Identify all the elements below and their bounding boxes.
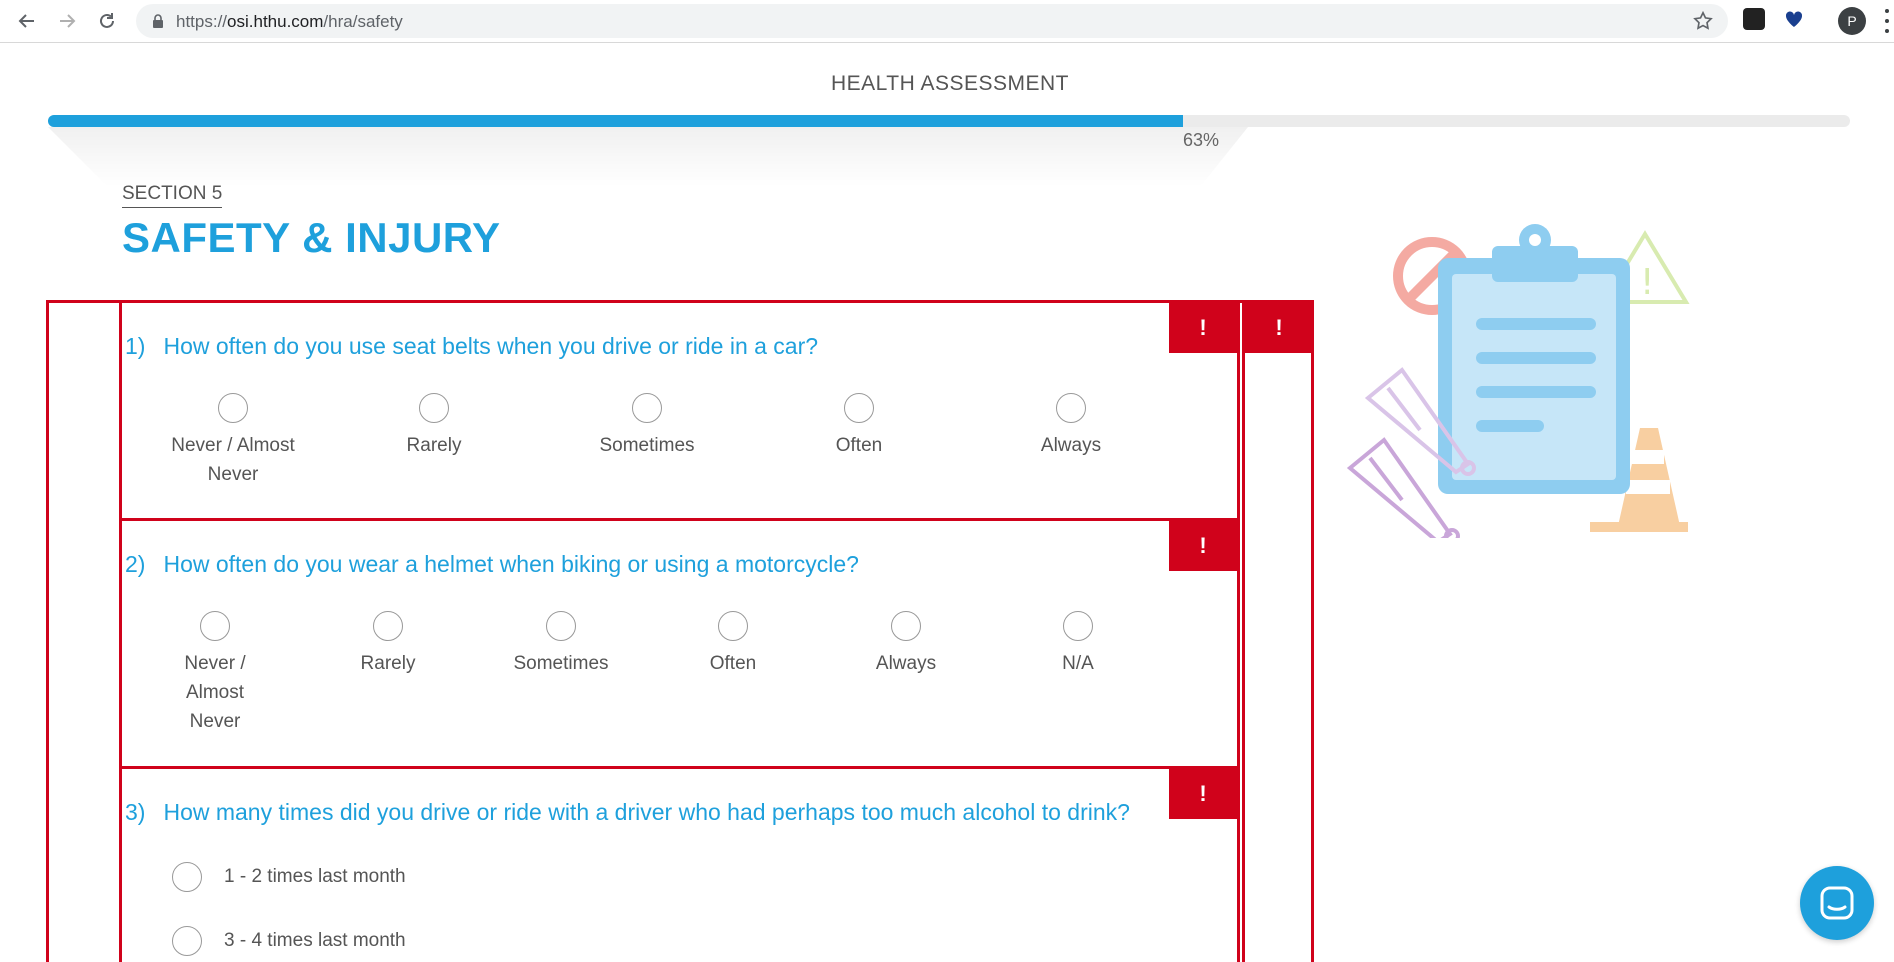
question-text-3: 3) How many times did you drive or ride w… [125,799,1130,825]
radio-button[interactable] [546,611,576,641]
q1-option-rarely[interactable]: Rarely [374,393,494,460]
url-host: osi.hthu.com [227,12,324,31]
back-icon[interactable] [12,6,42,36]
error-flag-form: ! [1245,303,1313,353]
side-error-column [1242,300,1314,962]
q2-option-often[interactable]: Often [673,611,793,678]
q3-option-3-4[interactable]: 3 - 4 times last month [172,926,406,956]
extension-icon[interactable] [1743,8,1765,30]
radio-button[interactable] [172,862,202,892]
radio-button[interactable] [200,611,230,641]
radio-button[interactable] [218,393,248,423]
error-flag-q3: ! [1169,769,1237,819]
page-title: HEALTH ASSESSMENT [830,72,1069,95]
radio-button[interactable] [718,611,748,641]
radio-button[interactable] [373,611,403,641]
question-card-3: ! 3) How many times did you drive or ride… [119,766,1240,962]
section-title: SAFETY & INJURY [122,214,501,261]
question-card-2: ! 2) How often do you wear a helmet when … [119,518,1240,770]
radio-button[interactable] [844,393,874,423]
q2-option-never[interactable]: Never / Almost Never [165,611,265,736]
question-text-1: 1) How often do you use seat belts when y… [125,333,819,359]
extension-heart-icon[interactable] [1783,8,1805,30]
safety-clipboard-illustration: ! [1346,224,1690,538]
chat-button[interactable] [1800,866,1874,940]
question-text-2: 2) How often do you wear a helmet when bi… [125,551,859,577]
lock-icon [153,14,163,28]
q1-option-always[interactable]: Always [1011,393,1131,460]
address-bar[interactable]: https://osi.hthu.com/hra/safety [136,4,1728,38]
progress-bar [48,115,1850,127]
q1-option-often[interactable]: Often [799,393,919,460]
q1-option-sometimes[interactable]: Sometimes [577,393,717,460]
radio-button[interactable] [1063,611,1093,641]
reload-icon[interactable] [92,6,122,36]
progress-label: 63% [1183,130,1220,150]
progress-fill [48,115,1184,127]
star-icon[interactable] [1692,10,1714,32]
radio-button[interactable] [891,611,921,641]
url-path: /hra/safety [323,12,403,31]
radio-button[interactable] [632,393,662,423]
q1-option-never[interactable]: Never / Almost Never [153,393,313,489]
progress-shadow [48,127,1248,187]
q3-option-1-2[interactable]: 1 - 2 times last month [172,862,406,892]
browser-menu-icon[interactable] [1882,9,1892,33]
chat-icon [1820,886,1854,920]
url-text: https://osi.hthu.com/hra/safety [176,12,403,32]
url-scheme: https:// [176,12,228,31]
profile-avatar[interactable]: P [1838,7,1866,35]
radio-button[interactable] [172,926,202,956]
error-flag-q2: ! [1169,521,1237,571]
section-label: SECTION 5 [122,183,223,208]
error-flag-q1: ! [1169,303,1237,353]
browser-toolbar: https://osi.hthu.com/hra/safety P [0,0,1894,43]
svg-text:!: ! [1640,262,1654,303]
q2-option-rarely[interactable]: Rarely [328,611,448,678]
radio-button[interactable] [1056,393,1086,423]
radio-button[interactable] [419,393,449,423]
forward-icon[interactable] [52,6,82,36]
q2-option-na[interactable]: N/A [1018,611,1138,678]
q2-option-sometimes[interactable]: Sometimes [491,611,631,678]
q2-option-always[interactable]: Always [846,611,966,678]
question-card-1: ! 1) How often do you use seat belts when… [119,300,1240,522]
